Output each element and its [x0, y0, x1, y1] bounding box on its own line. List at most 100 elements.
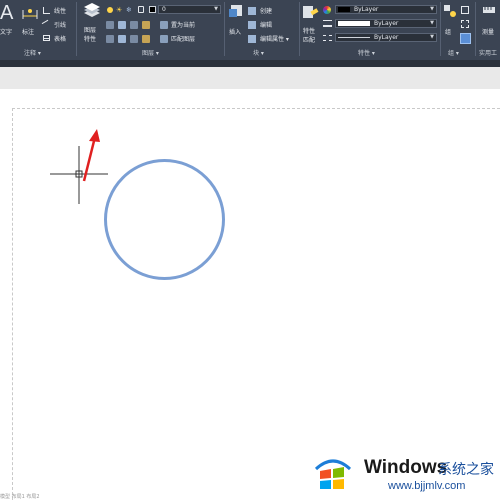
- current-layer-value: 0: [162, 6, 166, 13]
- lineweight-swatch: [338, 21, 370, 26]
- layer-tools-row-2: [106, 34, 166, 44]
- sun-icon[interactable]: ☀: [116, 6, 122, 14]
- make-current-button[interactable]: 置为当前: [160, 20, 210, 29]
- group-button[interactable]: 组: [443, 4, 459, 44]
- watermark-brand: Windows: [364, 457, 448, 478]
- insert-label: 插入: [229, 29, 242, 36]
- match-properties-label-1: 特性: [303, 28, 316, 35]
- make-current-icon: [160, 21, 168, 29]
- leader-button[interactable]: 引线: [41, 19, 73, 30]
- utilities-panel-title[interactable]: 实用工: [479, 48, 497, 57]
- lightbulb-icon[interactable]: [107, 7, 113, 13]
- linetype-value: ByLayer: [374, 34, 399, 41]
- circle-object[interactable]: [102, 157, 227, 282]
- annotation-panel-title[interactable]: 注释 ▾: [24, 48, 41, 57]
- text-a-icon: A: [0, 2, 14, 24]
- create-block-icon: [248, 7, 256, 15]
- table-icon: [43, 35, 50, 41]
- watermark-suffix: 系统之家: [438, 462, 494, 478]
- lineweight-value: ByLayer: [374, 20, 399, 27]
- dimension-icon: [22, 9, 38, 19]
- layer-lock-icon[interactable]: [142, 21, 150, 29]
- groups-panel-title[interactable]: 组 ▾: [448, 48, 459, 57]
- layer-unlock-icon[interactable]: [142, 35, 150, 43]
- color-dropdown[interactable]: ByLayer ▼: [335, 5, 437, 14]
- leader-icon: [41, 19, 52, 30]
- linear-dim-button[interactable]: 线性: [43, 6, 73, 15]
- linear-icon: [43, 7, 50, 14]
- edit-label: 编辑: [260, 22, 273, 29]
- match-properties-label-2: 匹配: [303, 37, 316, 44]
- group-edit-icon[interactable]: [461, 20, 469, 28]
- match-properties-icon: [303, 6, 319, 18]
- drawing-tab-bar: [0, 67, 500, 89]
- match-layer-label: 匹配图层: [171, 36, 196, 43]
- make-current-label: 置为当前: [171, 22, 196, 29]
- freeze-icon[interactable]: ❄: [126, 6, 132, 14]
- match-layer-icon: [160, 35, 168, 43]
- linetype-swatch: [338, 37, 370, 38]
- layer-isolate-icon[interactable]: [118, 21, 126, 29]
- separator: [224, 2, 225, 56]
- layer-tools-row-1: [106, 20, 166, 30]
- layer-stack-icon: [84, 3, 100, 17]
- group-select-icon[interactable]: [460, 33, 471, 44]
- edit-block-button[interactable]: 编辑: [248, 20, 288, 29]
- insert-block-icon: [229, 5, 242, 17]
- layer-off-icon[interactable]: [106, 21, 114, 29]
- measure-label: 测量: [482, 29, 495, 36]
- match-layer-button[interactable]: 匹配图层: [160, 34, 210, 43]
- layer-unisolate-icon[interactable]: [118, 35, 126, 43]
- group-icon: [444, 5, 456, 17]
- layer-properties-label-1: 图层: [84, 27, 97, 34]
- text-tool-button[interactable]: A 文字: [0, 2, 18, 40]
- separator: [440, 2, 441, 56]
- properties-panel-title[interactable]: 特性 ▾: [358, 48, 375, 57]
- layer-properties-label-2: 特性: [84, 36, 97, 43]
- match-properties-button[interactable]: 特性 匹配: [301, 4, 321, 46]
- watermark: Windows 系统之家 www.bjjmlv.com: [308, 446, 498, 496]
- windows-logo-icon: [314, 459, 352, 489]
- group-label: 组: [445, 29, 452, 36]
- lock-icon[interactable]: [138, 6, 144, 13]
- measure-icon: [483, 7, 495, 13]
- ungroup-icon[interactable]: [461, 6, 469, 14]
- color-value: ByLayer: [354, 6, 379, 13]
- insert-block-button[interactable]: 插入: [227, 4, 245, 44]
- edit-attributes-label: 编辑属性 ▾: [260, 36, 289, 43]
- watermark-url: www.bjjmlv.com: [388, 480, 466, 492]
- drawing-canvas[interactable]: [0, 89, 500, 500]
- edit-block-icon: [248, 21, 256, 29]
- layer-freeze-icon[interactable]: [130, 21, 138, 29]
- table-button[interactable]: 表格: [43, 34, 73, 43]
- create-block-button[interactable]: 创建: [248, 6, 288, 15]
- lineweight-dropdown[interactable]: ByLayer ▼: [335, 19, 437, 28]
- measure-button[interactable]: 测量: [479, 4, 500, 44]
- linetype-dropdown[interactable]: ByLayer ▼: [335, 33, 437, 42]
- chevron-down-icon: ▼: [214, 6, 218, 12]
- layout-tabs[interactable]: 模型 布局1 布局2: [0, 493, 150, 500]
- chevron-down-icon: ▼: [430, 34, 434, 40]
- ribbon: A 文字 标注 线性 引线 表格 注释 ▾ 图层 特性 ☀ ❄ 0 ▼ 置为当前…: [0, 0, 500, 60]
- dimension-label: 标注: [22, 29, 35, 36]
- layer-thaw-icon[interactable]: [130, 35, 138, 43]
- lineweight-icon[interactable]: [323, 20, 332, 27]
- text-tool-label: 文字: [0, 29, 13, 36]
- linear-label: 线性: [54, 8, 67, 15]
- table-label: 表格: [54, 36, 67, 43]
- layer-properties-button[interactable]: 图层 特性: [81, 3, 103, 45]
- dimension-tool-button[interactable]: 标注: [20, 4, 40, 40]
- linetype-icon[interactable]: [323, 35, 332, 41]
- block-panel-title[interactable]: 块 ▾: [253, 48, 264, 57]
- edit-attributes-button[interactable]: 编辑属性 ▾: [248, 34, 298, 43]
- color-swatch-icon[interactable]: [149, 6, 156, 13]
- layer-on-icon[interactable]: [106, 35, 114, 43]
- color-wheel-icon[interactable]: [323, 6, 331, 14]
- color-swatch-black-icon: [338, 7, 350, 12]
- layer-dropdown[interactable]: 0 ▼: [158, 5, 221, 14]
- red-arrow-annotation: [82, 129, 100, 182]
- layers-panel-title[interactable]: 图层 ▾: [142, 48, 159, 57]
- chevron-down-icon: ▼: [430, 20, 434, 26]
- ribbon-tab-strip: [0, 60, 500, 67]
- edit-attributes-icon: [248, 35, 256, 43]
